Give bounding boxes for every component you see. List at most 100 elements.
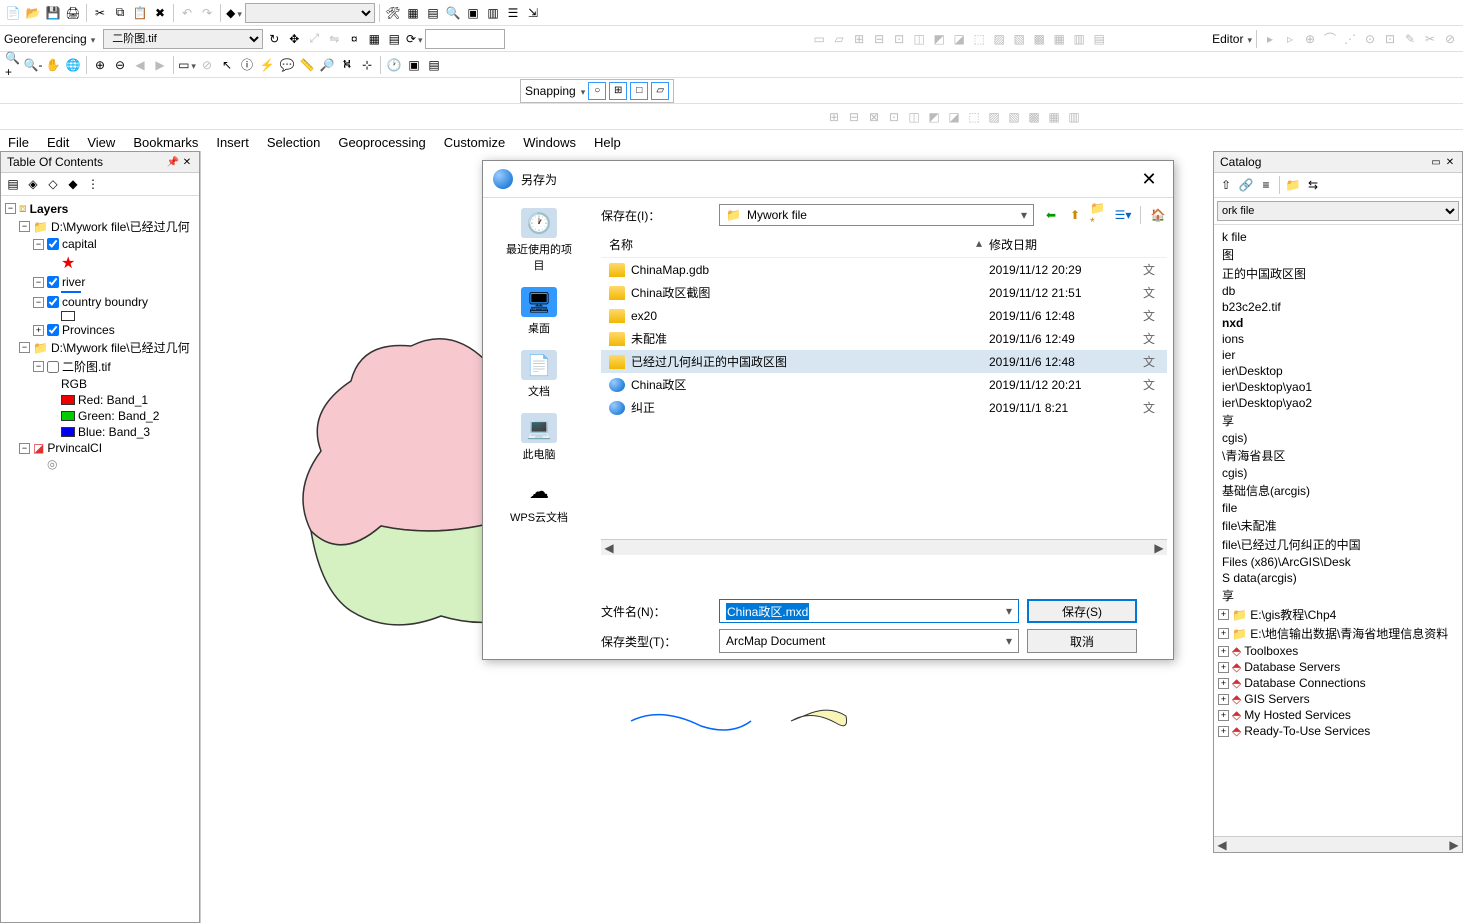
file-row[interactable]: China政区截图2019/11/12 21:51文: [601, 281, 1167, 304]
adv5-icon[interactable]: ◫: [906, 109, 922, 125]
search-icon[interactable]: 🔍: [445, 5, 461, 21]
adv13-icon[interactable]: ▥: [1066, 109, 1082, 125]
layers-root[interactable]: Layers: [30, 202, 69, 216]
collapse-icon[interactable]: −: [19, 221, 30, 232]
adv2-icon[interactable]: ⊟: [846, 109, 862, 125]
expand-icon[interactable]: +: [33, 325, 44, 336]
catalog-item[interactable]: 享: [1218, 411, 1458, 430]
catalog-item[interactable]: 基础信息(arcgis): [1218, 481, 1458, 500]
cut-polygons-icon[interactable]: ✂: [1422, 31, 1438, 47]
file-list-header[interactable]: 名称 ▴ 修改日期: [601, 232, 1167, 258]
header-name[interactable]: 名称: [609, 236, 969, 253]
up-one-level-icon[interactable]: ⇧: [1218, 177, 1234, 193]
collapse-icon[interactable]: −: [33, 361, 44, 372]
topo4-icon[interactable]: ⊟: [871, 31, 887, 47]
layer-provinces[interactable]: Provinces: [62, 323, 115, 337]
split-icon[interactable]: ⊘: [1442, 31, 1458, 47]
snap-end-icon[interactable]: ⊞: [609, 82, 627, 100]
catalog-folder[interactable]: + 📁 E:\gis教程\Chp4: [1218, 605, 1458, 624]
catalog-service[interactable]: + ⬘ GIS Servers: [1218, 691, 1458, 707]
go-to-xy-icon[interactable]: ⊹: [359, 57, 375, 73]
filetype-select[interactable]: ArcMap Document: [719, 629, 1019, 653]
catalog-service[interactable]: + ⬘ Database Connections: [1218, 675, 1458, 691]
header-date[interactable]: 修改日期: [989, 236, 1139, 253]
find-icon[interactable]: 🔎: [319, 57, 335, 73]
expand-icon[interactable]: +: [1218, 726, 1229, 737]
topo11-icon[interactable]: ▧: [1011, 31, 1027, 47]
expand-icon[interactable]: +: [1218, 609, 1229, 620]
topo5-icon[interactable]: ⊡: [891, 31, 907, 47]
find-route-icon[interactable]: ⛕: [339, 57, 355, 73]
expand-icon[interactable]: +: [1218, 678, 1229, 689]
list-by-visibility-icon[interactable]: ◇: [45, 176, 61, 192]
add-data-icon[interactable]: ◆: [226, 5, 242, 21]
snap-edge-icon[interactable]: ▱: [651, 82, 669, 100]
adv12-icon[interactable]: ▦: [1046, 109, 1062, 125]
snap-vertex-icon[interactable]: □: [630, 82, 648, 100]
full-extent-icon[interactable]: 🌐: [65, 57, 81, 73]
transformation-icon[interactable]: ⟳: [406, 31, 422, 47]
options-icon[interactable]: ⋮: [85, 176, 101, 192]
save-button[interactable]: 保存(S): [1027, 599, 1137, 623]
modelbuilder-icon[interactable]: ▥: [485, 5, 501, 21]
arc-segment-icon[interactable]: ⌒: [1322, 31, 1338, 47]
adv4-icon[interactable]: ⊡: [886, 109, 902, 125]
menu-geoprocessing[interactable]: Geoprocessing: [338, 135, 425, 150]
file-row[interactable]: 纠正2019/11/1 8:21文: [601, 396, 1167, 419]
pan-icon[interactable]: ✋: [45, 57, 61, 73]
fixed-zoom-in-icon[interactable]: ⊕: [92, 57, 108, 73]
collapse-icon[interactable]: −: [33, 297, 44, 308]
catalog-item[interactable]: 图: [1218, 245, 1458, 264]
topo14-icon[interactable]: ▥: [1071, 31, 1087, 47]
catalog-location-select[interactable]: ork file: [1217, 201, 1459, 221]
topo7-icon[interactable]: ◩: [931, 31, 947, 47]
delete-icon[interactable]: ✖: [152, 5, 168, 21]
collapse-icon[interactable]: −: [33, 277, 44, 288]
add-control-points-icon[interactable]: ¤: [346, 31, 362, 47]
layer-capital[interactable]: capital: [62, 237, 97, 251]
close-icon[interactable]: ✕: [181, 156, 193, 168]
unpin-icon[interactable]: ▭: [1430, 156, 1442, 168]
catalog-service[interactable]: + ⬘ Ready-To-Use Services: [1218, 723, 1458, 739]
shift-icon[interactable]: ✥: [286, 31, 302, 47]
capital-checkbox[interactable]: [47, 238, 59, 250]
catalog-item[interactable]: file\已经过几何纠正的中国: [1218, 535, 1458, 554]
topo6-icon[interactable]: ◫: [911, 31, 927, 47]
filename-input[interactable]: China政区.mxd: [719, 599, 1019, 623]
raster-checkbox[interactable]: [47, 361, 59, 373]
catalog-item[interactable]: file\未配准: [1218, 516, 1458, 535]
back-extent-icon[interactable]: ◀: [132, 57, 148, 73]
time-slider-icon[interactable]: 🕐: [386, 57, 402, 73]
straight-segment-icon[interactable]: ⊕: [1302, 31, 1318, 47]
menu-help[interactable]: Help: [594, 135, 621, 150]
snap-point-icon[interactable]: ○: [588, 82, 606, 100]
file-row[interactable]: 已经过几何纠正的中国政区图2019/11/6 12:48文: [601, 350, 1167, 373]
open-icon[interactable]: 📂: [25, 5, 41, 21]
menu-view[interactable]: View: [87, 135, 115, 150]
topo9-icon[interactable]: ⬚: [971, 31, 987, 47]
share-icon[interactable]: ⇲: [525, 5, 541, 21]
clear-selection-icon[interactable]: ⊘: [199, 57, 215, 73]
catalog-item[interactable]: ier\Desktop\yao1: [1218, 379, 1458, 395]
catalog-service[interactable]: + ⬘ Database Servers: [1218, 659, 1458, 675]
catalog-item[interactable]: \青海省县区: [1218, 446, 1458, 465]
home-icon[interactable]: 🏠: [1149, 206, 1167, 224]
menu-customize[interactable]: Customize: [444, 135, 505, 150]
catalog-service[interactable]: + ⬘ Toolboxes: [1218, 643, 1458, 659]
edit-tool-icon[interactable]: ▸: [1262, 31, 1278, 47]
toc-tree[interactable]: − ⧈ Layers − 📁 D:\Mywork file\已经过几何 − ca…: [1, 196, 199, 922]
snapping-label[interactable]: Snapping: [525, 84, 576, 98]
cat-icon2[interactable]: ⇆: [1305, 177, 1321, 193]
adv3-icon[interactable]: ⊠: [866, 109, 882, 125]
fixed-zoom-out-icon[interactable]: ⊖: [112, 57, 128, 73]
forward-extent-icon[interactable]: ▶: [152, 57, 168, 73]
hyperlink-icon[interactable]: ⚡: [259, 57, 275, 73]
topo1-icon[interactable]: ▭: [811, 31, 827, 47]
save-in-select[interactable]: 📁 Mywork file: [719, 204, 1034, 226]
topo13-icon[interactable]: ▦: [1051, 31, 1067, 47]
scale-icon[interactable]: ⤢: [306, 31, 322, 47]
select-elements-icon[interactable]: ↖: [219, 57, 235, 73]
toggle-tree-icon[interactable]: ≡: [1258, 177, 1274, 193]
list-by-drawing-icon[interactable]: ▤: [5, 176, 21, 192]
adv11-icon[interactable]: ▩: [1026, 109, 1042, 125]
